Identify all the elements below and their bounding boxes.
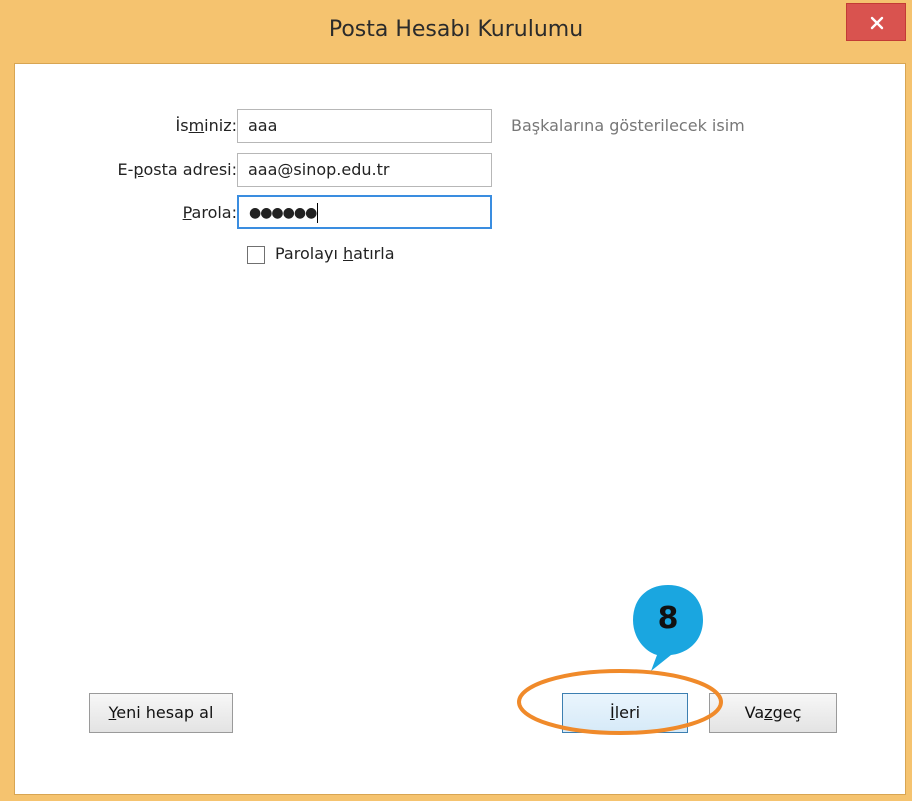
remember-password-checkbox[interactable] (247, 246, 265, 264)
email-label: E-posta adresi: (117, 160, 237, 179)
name-hint: Başkalarına gösterilecek isim (511, 116, 745, 135)
text-cursor (317, 202, 319, 223)
cancel-button[interactable]: Vazgeç (709, 693, 837, 733)
close-icon (870, 16, 884, 30)
step-callout: 8 (629, 583, 707, 673)
new-account-button[interactable]: Yeni hesap al (89, 693, 233, 733)
name-input[interactable]: aaa (237, 109, 492, 143)
step-number: 8 (657, 601, 679, 636)
dialog-body: İsminiz: aaa Başkalarına gösterilecek is… (14, 63, 906, 795)
password-input[interactable]: ●●●●●● (237, 195, 492, 229)
highlight-ellipse (517, 669, 723, 735)
close-button[interactable] (846, 3, 906, 41)
password-label: Parola: (182, 203, 237, 222)
name-label: İsminiz: (175, 116, 237, 135)
dialog-window: Posta Hesabı Kurulumu İsminiz: aaa Başka… (0, 0, 912, 801)
email-input[interactable]: aaa@sinop.edu.tr (237, 153, 492, 187)
remember-password-label[interactable]: Parolayı hatırla (275, 244, 395, 263)
window-title: Posta Hesabı Kurulumu (328, 17, 584, 42)
title-bar[interactable]: Posta Hesabı Kurulumu (0, 0, 912, 65)
